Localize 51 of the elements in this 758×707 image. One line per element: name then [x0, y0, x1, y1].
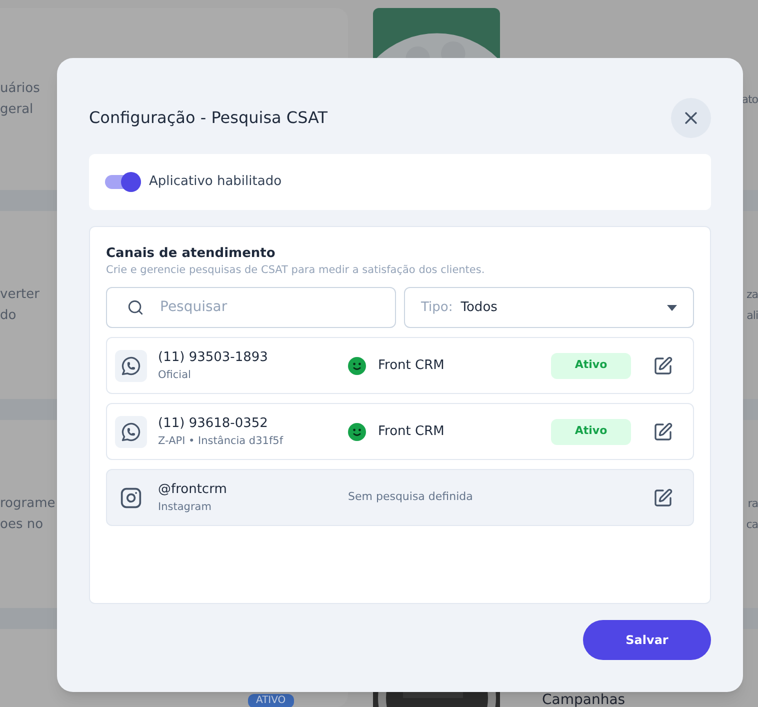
- channel-row[interactable]: (11) 93618-0352 Z-API • Instância d31f5f Front CRM Ativo: [106, 403, 694, 460]
- survey-name: Front CRM: [378, 422, 444, 441]
- card-text: uários: [0, 80, 40, 98]
- channel-name: @frontcrm: [158, 480, 227, 498]
- card-text: ca: [746, 517, 758, 533]
- smiley-icon: [348, 422, 366, 440]
- smiley-icon: [348, 356, 366, 374]
- status-badge: Ativo: [551, 418, 631, 444]
- edit-icon: [653, 488, 673, 508]
- search-field[interactable]: Pesquisar: [106, 287, 396, 328]
- card-text: oes no: [0, 516, 44, 534]
- toggle-label: Aplicativo habilitado: [149, 173, 282, 192]
- edit-button[interactable]: [653, 422, 673, 442]
- type-dropdown[interactable]: Tipo: Todos: [404, 287, 694, 328]
- card-text: verter: [0, 286, 40, 304]
- search-icon: [127, 299, 144, 316]
- search-input[interactable]: Pesquisar: [160, 297, 375, 318]
- card-text: ali: [746, 308, 758, 324]
- edit-button[interactable]: [653, 356, 673, 376]
- channel-detail: Oficial: [158, 368, 191, 382]
- edit-button[interactable]: [653, 488, 673, 508]
- whatsapp-icon: [120, 354, 142, 376]
- channel-row[interactable]: (11) 93503-1893 Oficial Front CRM Ativo: [106, 337, 694, 394]
- channel-detail: Instagram: [158, 500, 212, 514]
- card-text: ra: [748, 496, 758, 512]
- dropdown-label: Tipo:: [421, 298, 453, 317]
- whatsapp-icon: [120, 420, 142, 442]
- edit-icon: [653, 356, 673, 376]
- card-text: geral: [0, 101, 34, 119]
- channel-detail: Z-API • Instância d31f5f: [158, 434, 284, 448]
- survey-name: Front CRM: [378, 356, 444, 375]
- edit-icon: [653, 422, 673, 442]
- channel-name: (11) 93618-0352: [158, 414, 268, 432]
- toggle-switch[interactable]: [105, 172, 141, 192]
- card-text: za: [746, 287, 758, 303]
- dialog-title: Configuração - Pesquisa CSAT: [89, 107, 328, 129]
- card-text: rograme: [0, 495, 56, 513]
- card-text: ato: [742, 92, 758, 108]
- instagram-icon: [120, 486, 142, 508]
- survey-note: Sem pesquisa definida: [348, 489, 473, 506]
- dropdown-value: Todos: [460, 298, 498, 317]
- status-badge: Ativo: [551, 352, 631, 378]
- section-subtitle: Crie e gerencie pesquisas de CSAT para medir a satisfação dos clientes.: [106, 263, 486, 278]
- section-title: Canais de atendimento: [106, 245, 276, 262]
- status-badge: ATIVO: [248, 694, 294, 707]
- card-text: do: [0, 307, 16, 325]
- caret-icon: [667, 304, 677, 310]
- close-button[interactable]: [671, 98, 711, 138]
- channel-name: (11) 93503-1893: [158, 348, 268, 366]
- card-title: Campanhas: [542, 693, 626, 707]
- save-button[interactable]: Salvar: [583, 620, 711, 660]
